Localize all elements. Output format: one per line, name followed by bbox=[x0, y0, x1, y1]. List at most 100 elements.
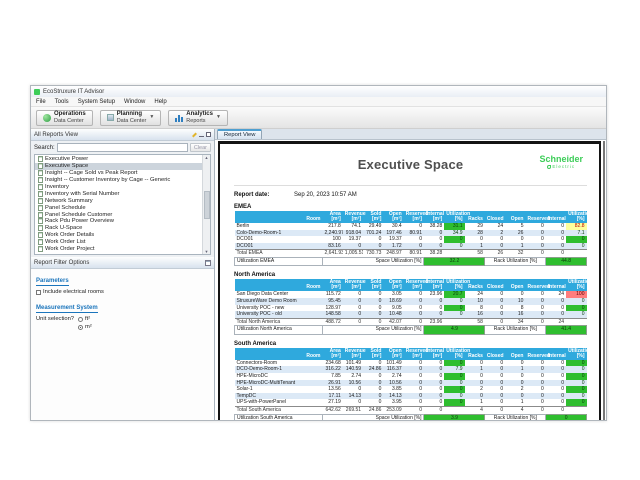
analytics-icon bbox=[175, 114, 183, 122]
float-panel-icon[interactable] bbox=[206, 132, 211, 137]
tree-item-executive-space[interactable]: Executive Space bbox=[35, 163, 202, 170]
report-viewport[interactable]: Executive Space Schneider Electric Repor… bbox=[215, 140, 606, 420]
measurement-system-heading: Measurement System bbox=[36, 305, 98, 313]
planning-button[interactable]: PlanningData Center▼ bbox=[100, 110, 162, 126]
pin-icon[interactable] bbox=[191, 132, 197, 138]
total-row: Total EMEA2,641.931,005.51730.73248.9780… bbox=[235, 250, 587, 258]
scroll-up-icon[interactable]: ▲ bbox=[205, 155, 209, 160]
value-cell: 0 bbox=[404, 373, 424, 380]
unit-option-ft[interactable]: ft² bbox=[78, 316, 92, 322]
tree-item-rack-pdu-power-overview[interactable]: Rack Pdu Power Overview bbox=[35, 218, 202, 225]
value-cell: 0 bbox=[424, 236, 444, 243]
empty-cell bbox=[444, 406, 464, 414]
value-cell: 10 bbox=[505, 298, 525, 305]
minimize-panel-icon[interactable] bbox=[199, 132, 204, 137]
rack-utilization-cell: 0 bbox=[566, 305, 586, 312]
section-north-america: North AmericaRoomArea[m²]Revenue[m²]Sold… bbox=[234, 272, 587, 334]
value-cell: 9.05 bbox=[383, 305, 403, 312]
report-doc-icon bbox=[38, 218, 43, 224]
radio-m[interactable] bbox=[78, 325, 83, 330]
value-cell: 0 bbox=[424, 393, 444, 400]
room-cell: San Diego Data Center bbox=[235, 291, 323, 298]
value-cell: 234.68 bbox=[323, 360, 343, 367]
col-header-area-m: Area[m²] bbox=[323, 348, 343, 360]
value-cell: 10.56 bbox=[343, 380, 363, 387]
report-content: Report View Executive Space Schneider El… bbox=[215, 129, 606, 420]
table-row: HPE-MicroDC7.852.7402.74000000000 bbox=[235, 373, 587, 380]
menu-help[interactable]: Help bbox=[154, 99, 166, 105]
analytics-button[interactable]: AnalyticsReports▼ bbox=[168, 110, 228, 126]
tree-item-label: Work Order List bbox=[45, 239, 85, 245]
tree-scrollbar[interactable]: ▲ ▼ bbox=[202, 155, 210, 254]
space-utilization-cell: 0 bbox=[444, 243, 464, 250]
parameters-heading: Parameters bbox=[36, 278, 69, 286]
unit-option-m[interactable]: m² bbox=[78, 324, 92, 330]
menu-tools[interactable]: Tools bbox=[55, 99, 69, 105]
value-cell: 0 bbox=[404, 393, 424, 400]
tree-item-work-order-project[interactable]: Work Order Project bbox=[35, 246, 202, 253]
value-cell: 28 bbox=[465, 230, 485, 237]
tree-item-insight-cage-sold-vs-peak-report[interactable]: Insight -- Cage Sold vs Peak Report bbox=[35, 170, 202, 177]
tree-item-panel-schedule[interactable]: Panel Schedule bbox=[35, 204, 202, 211]
tree-item-work-order-details[interactable]: Work Order Details bbox=[35, 232, 202, 239]
report-options-icon[interactable] bbox=[205, 260, 211, 266]
dropdown-caret-icon[interactable]: ▼ bbox=[216, 115, 221, 120]
filter-options-header[interactable]: Report Filter Options bbox=[31, 257, 214, 269]
menu-window[interactable]: Window bbox=[124, 99, 145, 105]
value-cell: 0 bbox=[465, 373, 485, 380]
tree-item-work-order-list[interactable]: Work Order List bbox=[35, 239, 202, 246]
value-cell: 0 bbox=[404, 366, 424, 373]
tab-report-view[interactable]: Report View bbox=[217, 129, 262, 139]
menu-system-setup[interactable]: System Setup bbox=[78, 99, 115, 105]
value-cell: 80.91 bbox=[404, 230, 424, 237]
radio-ft[interactable] bbox=[78, 317, 83, 322]
scroll-thumb[interactable] bbox=[204, 191, 210, 219]
menu-file[interactable]: File bbox=[36, 99, 46, 105]
value-cell: 1 bbox=[505, 243, 525, 250]
dropdown-caret-icon[interactable]: ▼ bbox=[149, 115, 154, 120]
value-cell: 2.74 bbox=[383, 373, 403, 380]
value-cell: 29 bbox=[465, 223, 485, 230]
col-header-reserved-m: Reserved[m²] bbox=[404, 348, 424, 360]
table-row: Colo-Demo-Room-12,240.97918.04701.24197.… bbox=[235, 230, 587, 237]
unit-options: ft² m² bbox=[78, 316, 92, 330]
tree-item-rack-u-space[interactable]: Rack U-Space bbox=[35, 225, 202, 232]
value-cell: 83.16 bbox=[323, 243, 343, 250]
search-input[interactable] bbox=[57, 143, 188, 152]
operations-button[interactable]: OperationsData Center bbox=[36, 110, 93, 126]
col-header-internal: Internal bbox=[546, 348, 566, 360]
tree-item-panel-schedule-customer[interactable]: Panel Schedule Customer bbox=[35, 211, 202, 218]
brand-name: Schneider bbox=[539, 155, 583, 164]
col-header-area-m: Area[m²] bbox=[323, 211, 343, 223]
value-cell: 24.86 bbox=[363, 366, 383, 373]
tree-item-insight-customer-inventory-by-cage-generic[interactable]: Insight -- Customer Inventory by Cage --… bbox=[35, 177, 202, 184]
tree-item-label: Executive Space bbox=[45, 163, 88, 169]
value-cell: 24 bbox=[465, 291, 485, 298]
value-cell: 0 bbox=[343, 311, 363, 318]
value-cell: 0 bbox=[525, 298, 545, 305]
tree-item-executive-power[interactable]: Executive Power bbox=[35, 156, 202, 163]
tree-item-inventory-with-serial-number[interactable]: Inventory with Serial Number bbox=[35, 190, 202, 197]
value-cell: 0 bbox=[363, 243, 383, 250]
tree-item-network-summary[interactable]: Network Summary bbox=[35, 197, 202, 204]
value-cell: 1,005.51 bbox=[343, 250, 363, 258]
report-sections: EMEARoomArea[m²]Revenue[m²]Sold[m²]Open[… bbox=[234, 204, 587, 420]
value-cell: 0 bbox=[485, 399, 505, 406]
value-cell: 0 bbox=[525, 230, 545, 237]
value-cell: 26 bbox=[505, 230, 525, 237]
rack-utilization-cell: 0 bbox=[566, 360, 586, 367]
include-electrical-rooms-checkbox[interactable] bbox=[36, 290, 41, 295]
value-cell: 16 bbox=[505, 311, 525, 318]
table-row: DCO0110019.37019.37000000000 bbox=[235, 236, 587, 243]
table-row: Solar-113.56003.85000202000 bbox=[235, 386, 587, 393]
value-cell: 8 bbox=[505, 305, 525, 312]
room-cell: DCO01 bbox=[235, 236, 323, 243]
tree-item-inventory[interactable]: Inventory bbox=[35, 184, 202, 191]
clear-button[interactable]: Clear bbox=[190, 143, 211, 152]
room-cell: DCO01 bbox=[235, 243, 323, 250]
value-cell: 0 bbox=[404, 305, 424, 312]
scroll-down-icon[interactable]: ▼ bbox=[205, 249, 209, 254]
value-cell: 0 bbox=[485, 360, 505, 367]
value-cell: 0 bbox=[546, 360, 566, 367]
page-right-edge bbox=[603, 141, 605, 420]
